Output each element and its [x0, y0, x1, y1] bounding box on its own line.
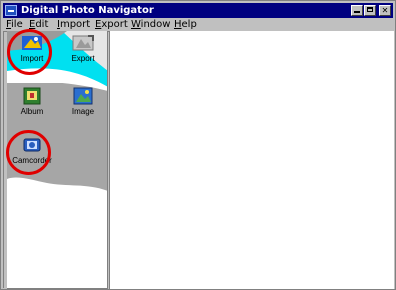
- window-title: Digital Photo Navigator: [21, 5, 154, 16]
- menu-window[interactable]: Window: [131, 18, 170, 31]
- tool-import-label: Import: [20, 54, 44, 63]
- menu-import[interactable]: Import: [57, 18, 90, 31]
- maximize-button[interactable]: [364, 5, 376, 16]
- tool-import[interactable]: Import: [10, 34, 54, 63]
- app-icon[interactable]: [5, 5, 17, 16]
- tool-album-label: Album: [20, 107, 44, 116]
- camcorder-icon: [23, 138, 41, 152]
- menu-bar: File Edit Import Export Window Help: [3, 18, 393, 31]
- import-icon: [22, 36, 42, 50]
- tool-camcorder-label: Camcorder: [12, 156, 52, 165]
- tool-album[interactable]: Album: [10, 87, 54, 116]
- menu-file[interactable]: File: [6, 18, 23, 31]
- menu-export[interactable]: Export: [95, 18, 128, 31]
- export-icon: [72, 35, 94, 51]
- tool-export-label: Export: [71, 54, 95, 63]
- tool-panel: Import Export Album Image Camcorder: [7, 31, 108, 289]
- tool-image[interactable]: Image: [61, 87, 105, 116]
- tool-camcorder[interactable]: Camcorder: [10, 136, 54, 165]
- main-workspace[interactable]: [109, 31, 394, 289]
- minimize-button[interactable]: [351, 5, 363, 16]
- tool-export[interactable]: Export: [61, 34, 105, 63]
- title-bar[interactable]: Digital Photo Navigator ✕: [3, 3, 393, 18]
- menu-edit[interactable]: Edit: [29, 18, 48, 31]
- close-button[interactable]: ✕: [379, 5, 391, 16]
- menu-help[interactable]: Help: [174, 18, 197, 31]
- window-controls: ✕: [351, 5, 391, 16]
- tool-image-label: Image: [71, 107, 95, 116]
- album-icon: [23, 87, 41, 105]
- image-icon: [73, 87, 93, 105]
